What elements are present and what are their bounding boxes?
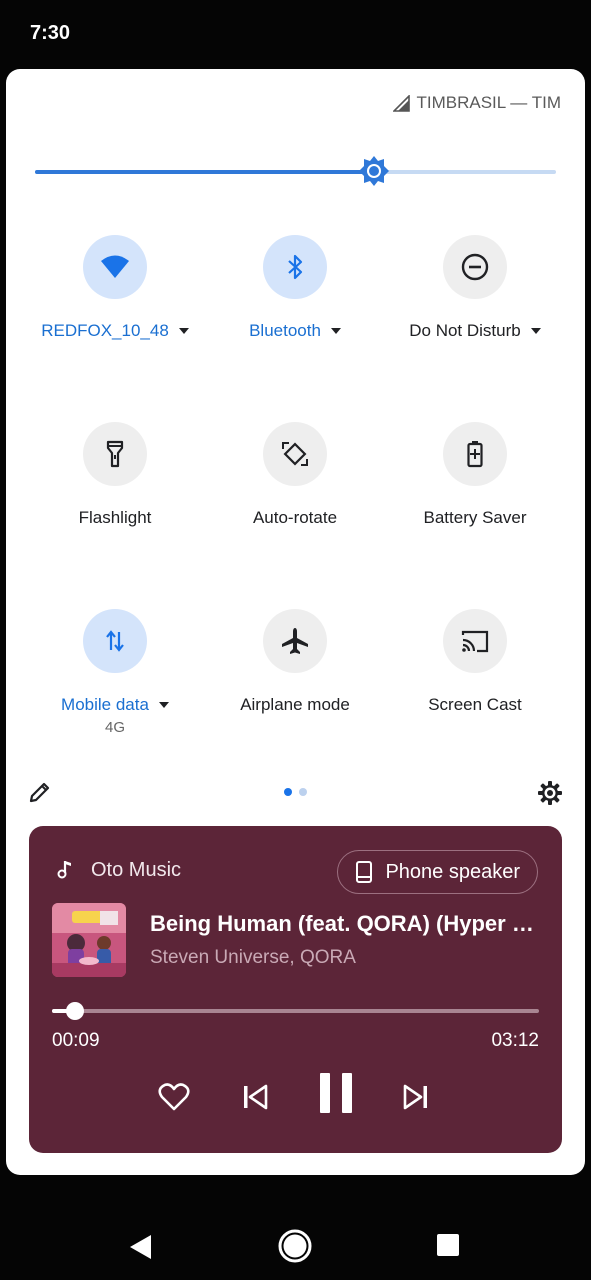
brightness-slider[interactable] <box>35 156 556 186</box>
tile-dnd[interactable]: Do Not Disturb <box>385 235 565 341</box>
page-indicator <box>284 788 307 796</box>
tile-mobile-data-label[interactable]: Mobile data <box>25 695 205 715</box>
playback-seekbar[interactable] <box>52 1002 539 1020</box>
status-bar: 7:30 <box>0 0 591 68</box>
phone-icon <box>356 861 373 883</box>
tile-battery-saver[interactable]: Battery Saver <box>385 422 565 528</box>
navigation-bar <box>0 1176 591 1280</box>
carrier-name: TIMBRASIL — TIM <box>416 93 561 112</box>
airplane-toggle[interactable] <box>263 609 327 673</box>
mobile-data-toggle[interactable] <box>83 609 147 673</box>
tile-airplane[interactable]: Airplane mode <box>205 609 385 715</box>
flashlight-label: Flashlight <box>78 508 152 527</box>
airplane-label: Airplane mode <box>240 695 350 714</box>
tile-airplane-label[interactable]: Airplane mode <box>205 695 385 715</box>
skip-previous-icon <box>244 1084 268 1110</box>
tile-flashlight[interactable]: Flashlight <box>25 422 205 528</box>
tile-dnd-label[interactable]: Do Not Disturb <box>385 321 565 341</box>
flashlight-toggle[interactable] <box>83 422 147 486</box>
seekbar-thumb[interactable] <box>65 1002 84 1020</box>
tile-autorotate[interactable]: Auto-rotate <box>205 422 385 528</box>
bluetooth-toggle[interactable] <box>263 235 327 299</box>
tile-mobile-data[interactable]: Mobile data 4G <box>25 609 205 736</box>
tile-flashlight-label[interactable]: Flashlight <box>25 508 205 528</box>
bluetooth-dropdown-icon[interactable] <box>330 328 341 334</box>
cast-icon <box>461 630 489 653</box>
elapsed-time: 00:09 <box>52 1030 100 1051</box>
back-icon[interactable] <box>128 1234 152 1260</box>
music-note-icon <box>57 861 71 879</box>
carrier-indicator: TIMBRASIL — TIM <box>393 93 561 113</box>
battery-saver-label: Battery Saver <box>423 508 527 527</box>
dnd-label: Do Not Disturb <box>409 321 521 340</box>
next-button[interactable] <box>398 1079 434 1115</box>
status-time: 7:30 <box>30 22 71 44</box>
tile-bluetooth-label[interactable]: Bluetooth <box>205 321 385 341</box>
wifi-icon <box>101 255 129 278</box>
mobile-data-dropdown-icon[interactable] <box>158 702 169 708</box>
auto-rotate-icon <box>282 442 308 466</box>
mobile-data-label: Mobile data <box>61 695 149 714</box>
skip-next-icon <box>403 1084 427 1110</box>
home-icon[interactable] <box>277 1228 313 1264</box>
bluetooth-label: Bluetooth <box>249 321 321 340</box>
tile-battery-saver-label[interactable]: Battery Saver <box>385 508 565 528</box>
signal-icon <box>393 94 411 112</box>
gear-icon[interactable] <box>537 780 563 806</box>
tile-screen-cast[interactable]: Screen Cast <box>385 609 565 715</box>
album-art <box>52 903 126 977</box>
screen-cast-label: Screen Cast <box>428 695 522 714</box>
wifi-toggle[interactable] <box>83 235 147 299</box>
wifi-name: REDFOX_10_48 <box>41 321 169 340</box>
output-device-label: Phone speaker <box>385 860 520 883</box>
dnd-dropdown-icon[interactable] <box>530 328 541 334</box>
airplane-icon <box>282 628 308 654</box>
tile-bluetooth[interactable]: Bluetooth <box>205 235 385 341</box>
mobile-data-icon <box>106 630 124 652</box>
tile-autorotate-label[interactable]: Auto-rotate <box>205 508 385 528</box>
battery-saver-icon <box>467 441 483 468</box>
like-button[interactable] <box>156 1079 192 1115</box>
brightness-fill <box>35 170 374 174</box>
edit-pencil-icon[interactable] <box>28 780 52 804</box>
bluetooth-icon <box>288 254 303 280</box>
page-dot-2 <box>299 788 307 796</box>
dnd-toggle[interactable] <box>443 235 507 299</box>
tile-screen-cast-label[interactable]: Screen Cast <box>385 695 565 715</box>
page-dot-1 <box>284 788 292 796</box>
previous-button[interactable] <box>237 1079 273 1115</box>
battery-saver-toggle[interactable] <box>443 422 507 486</box>
total-time: 03:12 <box>491 1030 539 1051</box>
output-device-button[interactable]: Phone speaker <box>337 850 538 894</box>
autorotate-toggle[interactable] <box>263 422 327 486</box>
screen-cast-toggle[interactable] <box>443 609 507 673</box>
heart-icon <box>158 1083 190 1111</box>
tile-wifi[interactable]: REDFOX_10_48 <box>25 235 205 341</box>
tile-wifi-label[interactable]: REDFOX_10_48 <box>25 321 205 341</box>
brightness-icon[interactable] <box>358 155 390 187</box>
mobile-data-network-type: 4G <box>104 719 125 736</box>
pause-icon <box>320 1073 352 1113</box>
recents-icon[interactable] <box>437 1234 459 1256</box>
media-app-name: Oto Music <box>91 859 182 881</box>
media-player-card[interactable]: Oto Music Phone speaker Being Human (fea… <box>29 826 562 1153</box>
qs-footer <box>6 777 585 807</box>
do-not-disturb-icon <box>461 253 489 281</box>
track-artist: Steven Universe, QORA <box>150 947 356 968</box>
pause-button[interactable] <box>314 1071 358 1115</box>
wifi-dropdown-icon[interactable] <box>178 328 189 334</box>
quick-settings-panel: TIMBRASIL — TIM REDFOX_10_48 Bluetooth D… <box>6 69 585 1175</box>
autorotate-label: Auto-rotate <box>252 508 338 527</box>
flashlight-icon <box>106 440 124 468</box>
track-title: Being Human (feat. QORA) (Hyper Potions … <box>150 911 540 936</box>
